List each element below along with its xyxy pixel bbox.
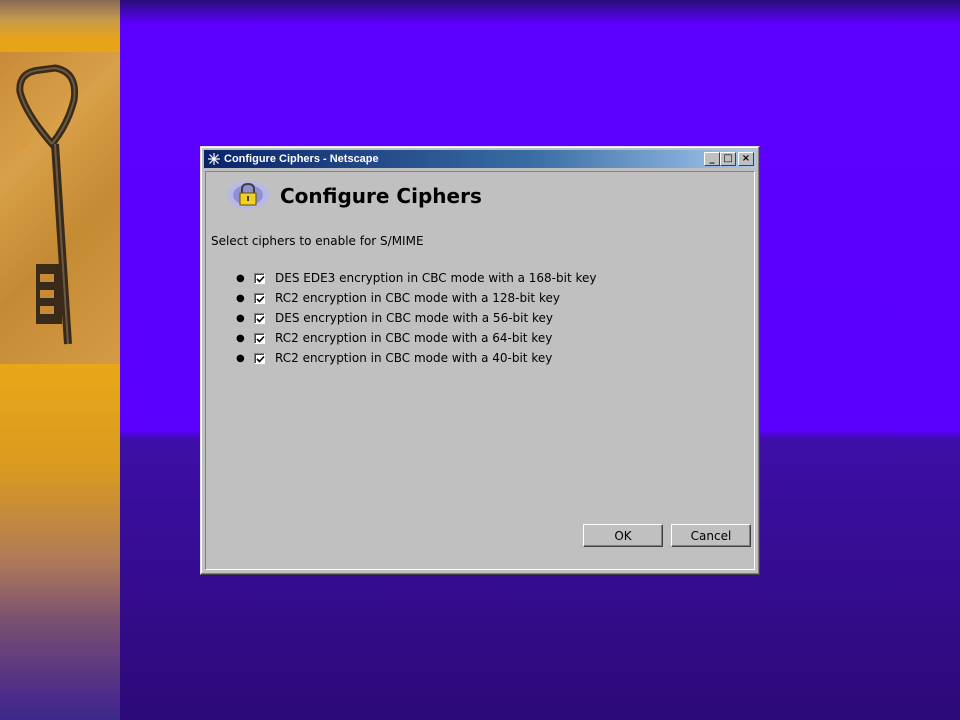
bullet-icon: ● <box>236 272 245 284</box>
ok-button[interactable]: OK <box>583 524 663 547</box>
bullet-icon: ● <box>236 312 245 324</box>
lock-icon <box>226 180 270 210</box>
cipher-checkbox[interactable] <box>254 272 265 284</box>
list-item: ● DES EDE3 encryption in CBC mode with a… <box>236 268 597 288</box>
cipher-label: RC2 encryption in CBC mode with a 128-bi… <box>275 291 560 305</box>
cipher-list: ● DES EDE3 encryption in CBC mode with a… <box>236 268 597 368</box>
list-item: ● RC2 encryption in CBC mode with a 40-b… <box>236 348 597 368</box>
configure-ciphers-dialog: Configure Ciphers - Netscape _ □ × Confi… <box>200 146 760 575</box>
cipher-label: RC2 encryption in CBC mode with a 64-bit… <box>275 331 553 345</box>
maximize-button[interactable]: □ <box>720 152 736 166</box>
cipher-label: RC2 encryption in CBC mode with a 40-bit… <box>275 351 553 365</box>
bullet-icon: ● <box>236 332 245 344</box>
window-title: Configure Ciphers - Netscape <box>224 153 379 165</box>
netscape-icon <box>206 151 222 167</box>
cipher-label: DES EDE3 encryption in CBC mode with a 1… <box>275 271 597 285</box>
cipher-checkbox[interactable] <box>254 352 265 364</box>
minimize-button[interactable]: _ <box>704 152 720 166</box>
dialog-content: Configure Ciphers Select ciphers to enab… <box>205 171 755 570</box>
list-item: ● DES encryption in CBC mode with a 56-b… <box>236 308 597 328</box>
list-item: ● RC2 encryption in CBC mode with a 64-b… <box>236 328 597 348</box>
close-button[interactable]: × <box>738 152 754 166</box>
cipher-label: DES encryption in CBC mode with a 56-bit… <box>275 311 554 325</box>
list-item: ● RC2 encryption in CBC mode with a 128-… <box>236 288 597 308</box>
key-photo <box>0 52 120 364</box>
cipher-checkbox[interactable] <box>254 332 265 344</box>
cipher-checkbox[interactable] <box>254 312 265 324</box>
title-bar[interactable]: Configure Ciphers - Netscape _ □ × <box>204 150 756 168</box>
cancel-button[interactable]: Cancel <box>671 524 751 547</box>
bullet-icon: ● <box>236 292 245 304</box>
bullet-icon: ● <box>236 352 245 364</box>
page-title: Configure Ciphers <box>280 184 482 208</box>
cipher-checkbox[interactable] <box>254 292 265 304</box>
instruction-text: Select ciphers to enable for S/MIME <box>211 234 424 248</box>
